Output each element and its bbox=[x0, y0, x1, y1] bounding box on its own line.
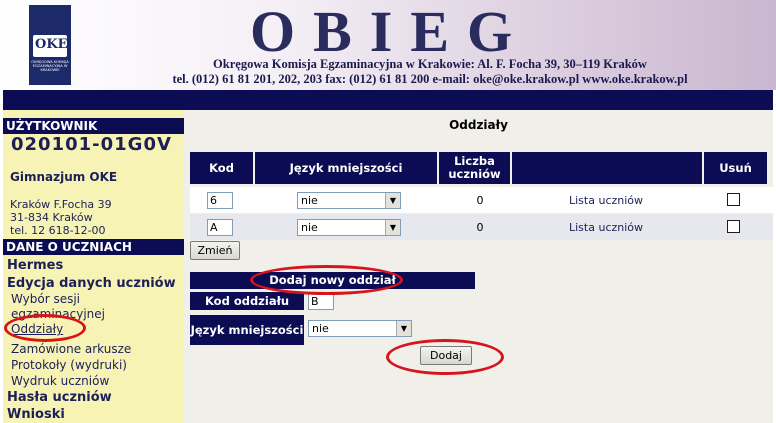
student-list-link[interactable]: Lista uczniów bbox=[569, 194, 643, 207]
new-language-select[interactable]: nie ▼ bbox=[308, 320, 412, 337]
student-count: 0 bbox=[476, 221, 484, 234]
chevron-down-icon: ▼ bbox=[396, 321, 411, 336]
user-section-header: UŻYTKOWNIK bbox=[3, 118, 184, 134]
logo-text: OKRĘGOWA KOMISJA EGZAMINACYJNA W KRAKOWI… bbox=[31, 60, 69, 72]
school-code: 020101-01G0V bbox=[11, 134, 172, 155]
top-navbar bbox=[3, 90, 773, 110]
kod-input[interactable]: A bbox=[207, 219, 233, 236]
column-header-jezyk: Język mniejszości bbox=[255, 152, 437, 184]
chevron-down-icon: ▼ bbox=[385, 193, 400, 208]
new-language-label: Język mniejszości bbox=[190, 315, 304, 345]
jezyk-select[interactable]: nie ▼ bbox=[297, 192, 401, 209]
jezyk-select-value: nie bbox=[301, 194, 318, 207]
new-code-label: Kod oddziału bbox=[190, 292, 304, 310]
delete-checkbox[interactable] bbox=[727, 193, 740, 206]
sidebar-item-wybor-sesji[interactable]: Wybór sesji egzaminacyjnej bbox=[11, 292, 121, 322]
sidebar: UŻYTKOWNIK 020101-01G0V Gimnazjum OKE Kr… bbox=[3, 110, 184, 423]
address-line: tel. 12 618-12-00 bbox=[10, 224, 106, 237]
school-name: Gimnazjum OKE bbox=[10, 170, 118, 184]
page-header: OKE OKRĘGOWA KOMISJA EGZAMINACYJNA W KRA… bbox=[0, 0, 776, 90]
delete-checkbox[interactable] bbox=[727, 220, 740, 233]
main-content: Oddziały Kod Język mniejszości Liczba uc… bbox=[184, 110, 773, 423]
new-code-input[interactable]: B bbox=[308, 293, 334, 310]
column-header-blank bbox=[512, 152, 702, 184]
sidebar-item-hermes[interactable]: Hermes bbox=[7, 258, 63, 273]
sidebar-item-oddzialy[interactable]: Oddziały bbox=[11, 322, 63, 336]
institution-address: Okręgowa Komisja Egzaminacyjna w Krakowi… bbox=[213, 57, 647, 71]
column-header-usun: Usuń bbox=[704, 152, 767, 184]
student-count: 0 bbox=[476, 194, 484, 207]
jezyk-select-value: nie bbox=[301, 221, 318, 234]
table-row: 6 nie ▼ 0 Lista uczniów bbox=[190, 187, 773, 213]
page-title: Oddziały bbox=[449, 118, 508, 132]
add-button[interactable]: Dodaj bbox=[420, 346, 472, 365]
chevron-down-icon: ▼ bbox=[385, 220, 400, 235]
student-list-link[interactable]: Lista uczniów bbox=[569, 221, 643, 234]
kod-input[interactable]: 6 bbox=[207, 192, 233, 209]
sidebar-item-hasla-uczniow[interactable]: Hasła uczniów bbox=[7, 390, 112, 405]
logo-mark: OKE bbox=[35, 37, 68, 52]
sidebar-item-edycja-danych[interactable]: Edycja danych uczniów bbox=[7, 276, 176, 291]
address-line: 31-834 Kraków bbox=[10, 211, 93, 224]
sidebar-item-protokoly[interactable]: Protokoły (wydruki) bbox=[11, 358, 127, 372]
app-title: OBIEG bbox=[250, 0, 531, 64]
school-address: Kraków F.Focha 39 31-834 Kraków tel. 12 … bbox=[10, 198, 112, 237]
column-header-liczba: Liczba uczniów bbox=[439, 152, 510, 184]
address-line: Kraków F.Focha 39 bbox=[10, 198, 112, 211]
new-language-select-value: nie bbox=[312, 322, 329, 335]
jezyk-select[interactable]: nie ▼ bbox=[297, 219, 401, 236]
students-section-header: DANE O UCZNIACH bbox=[3, 239, 184, 255]
table-row: A nie ▼ 0 Lista uczniów bbox=[190, 214, 773, 240]
sidebar-item-wnioski[interactable]: Wnioski bbox=[7, 407, 65, 422]
change-button[interactable]: Zmień bbox=[190, 241, 240, 260]
column-header-kod: Kod bbox=[190, 152, 253, 184]
new-section-header: Dodaj nowy oddział bbox=[190, 272, 475, 289]
institution-contact: tel. (012) 61 81 201, 202, 203 fax: (012… bbox=[172, 72, 688, 86]
sidebar-item-zamowione-arkusze[interactable]: Zamówione arkusze bbox=[11, 342, 131, 356]
sidebar-item-wydruk-uczniow[interactable]: Wydruk uczniów bbox=[11, 374, 109, 388]
oke-logo: OKE OKRĘGOWA KOMISJA EGZAMINACYJNA W KRA… bbox=[29, 5, 71, 85]
